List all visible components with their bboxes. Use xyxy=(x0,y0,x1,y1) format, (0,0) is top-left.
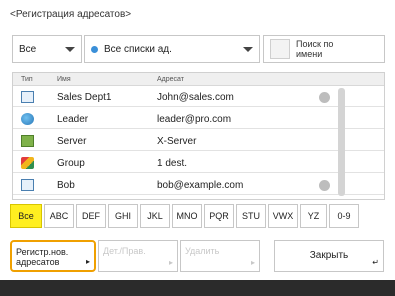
index-tab-pqr[interactable]: PQR xyxy=(204,204,234,228)
arrow-right-icon: ▸ xyxy=(250,258,255,267)
address-list-icon xyxy=(91,45,98,53)
index-tab-abc[interactable]: ABC xyxy=(44,204,74,228)
arrow-right-icon: ▸ xyxy=(168,258,173,267)
column-header-address: Адресат xyxy=(157,76,184,83)
index-tab-vwx[interactable]: VWX xyxy=(268,204,298,228)
address-list-dropdown[interactable]: Все списки ад. xyxy=(84,35,260,63)
row-name: Leader xyxy=(57,114,89,125)
arrow-right-icon: ▸ xyxy=(85,257,90,266)
page-title: <Регистрация адресатов> xyxy=(10,9,132,20)
list-header: Тип Имя Адресат xyxy=(13,73,384,86)
column-header-name: Имя xyxy=(57,76,71,83)
table-row[interactable]: Server X-Server xyxy=(13,131,384,151)
table-row[interactable]: Bob bob@example.com xyxy=(13,175,384,195)
server-icon xyxy=(21,135,34,147)
status-bar xyxy=(0,280,395,296)
chevron-down-icon xyxy=(243,47,253,52)
index-tabs: Все ABC DEF GHI JKL MNO PQR STU VWX YZ 0… xyxy=(10,204,361,228)
type-dropdown-value: Все xyxy=(19,43,37,55)
row-address: leader@pro.com xyxy=(157,114,232,125)
type-dropdown[interactable]: Все xyxy=(12,35,82,63)
return-icon: ↵ xyxy=(372,258,379,267)
table-row[interactable]: Leader leader@pro.com xyxy=(13,109,384,129)
index-tab-stu[interactable]: STU xyxy=(236,204,266,228)
register-new-destination-button[interactable]: Регистр.нов. адресатов ▸ xyxy=(10,240,96,272)
row-name: Bob xyxy=(57,180,75,191)
chevron-down-icon xyxy=(65,47,75,52)
list-scrollbar[interactable] xyxy=(338,88,345,196)
register-button-label: Регистр.нов. адресатов xyxy=(16,247,69,267)
action-row: Регистр.нов. адресатов ▸ Дет./Прав. ▸ Уд… xyxy=(10,240,385,276)
row-address: X-Server xyxy=(157,136,197,147)
table-row[interactable]: Group 1 dest. xyxy=(13,153,384,173)
address-list: Тип Имя Адресат Sales Dept1 John@sales.c… xyxy=(12,72,385,200)
more-info-icon xyxy=(319,92,330,103)
row-name: Sales Dept1 xyxy=(57,92,112,103)
index-tab-0-9[interactable]: 0-9 xyxy=(329,204,359,228)
person-icon xyxy=(21,113,34,125)
details-edit-button[interactable]: Дет./Прав. ▸ xyxy=(98,240,178,272)
details-button-label: Дет./Прав. xyxy=(103,246,146,256)
filter-row: Все Все списки ад. Поиск по имени xyxy=(12,35,385,63)
more-info-icon xyxy=(319,180,330,191)
search-by-name-label: Поиск по имени xyxy=(296,39,334,59)
delete-button[interactable]: Удалить ▸ xyxy=(180,240,260,272)
index-tab-all[interactable]: Все xyxy=(10,204,42,228)
group-icon xyxy=(21,157,34,169)
delete-button-label: Удалить xyxy=(185,246,220,256)
index-tab-ghi[interactable]: GHI xyxy=(108,204,138,228)
row-name: Server xyxy=(57,136,87,147)
row-address: bob@example.com xyxy=(157,180,244,191)
address-list-dropdown-value: Все списки ад. xyxy=(104,43,172,55)
row-address: John@sales.com xyxy=(157,92,234,103)
mail-icon xyxy=(21,179,34,191)
search-checkbox-icon xyxy=(270,39,290,59)
index-tab-yz[interactable]: YZ xyxy=(300,204,327,228)
row-address: 1 dest. xyxy=(157,158,188,169)
index-tab-mno[interactable]: MNO xyxy=(172,204,202,228)
row-name: Group xyxy=(57,158,85,169)
table-row[interactable]: Sales Dept1 John@sales.com xyxy=(13,87,384,107)
column-header-type: Тип xyxy=(21,76,33,83)
search-by-name-button[interactable]: Поиск по имени xyxy=(263,35,385,63)
mail-icon xyxy=(21,91,34,103)
close-button-label: Закрыть xyxy=(309,250,349,261)
index-tab-jkl[interactable]: JKL xyxy=(140,204,170,228)
index-tab-def[interactable]: DEF xyxy=(76,204,106,228)
close-button[interactable]: Закрыть ↵ xyxy=(274,240,384,272)
